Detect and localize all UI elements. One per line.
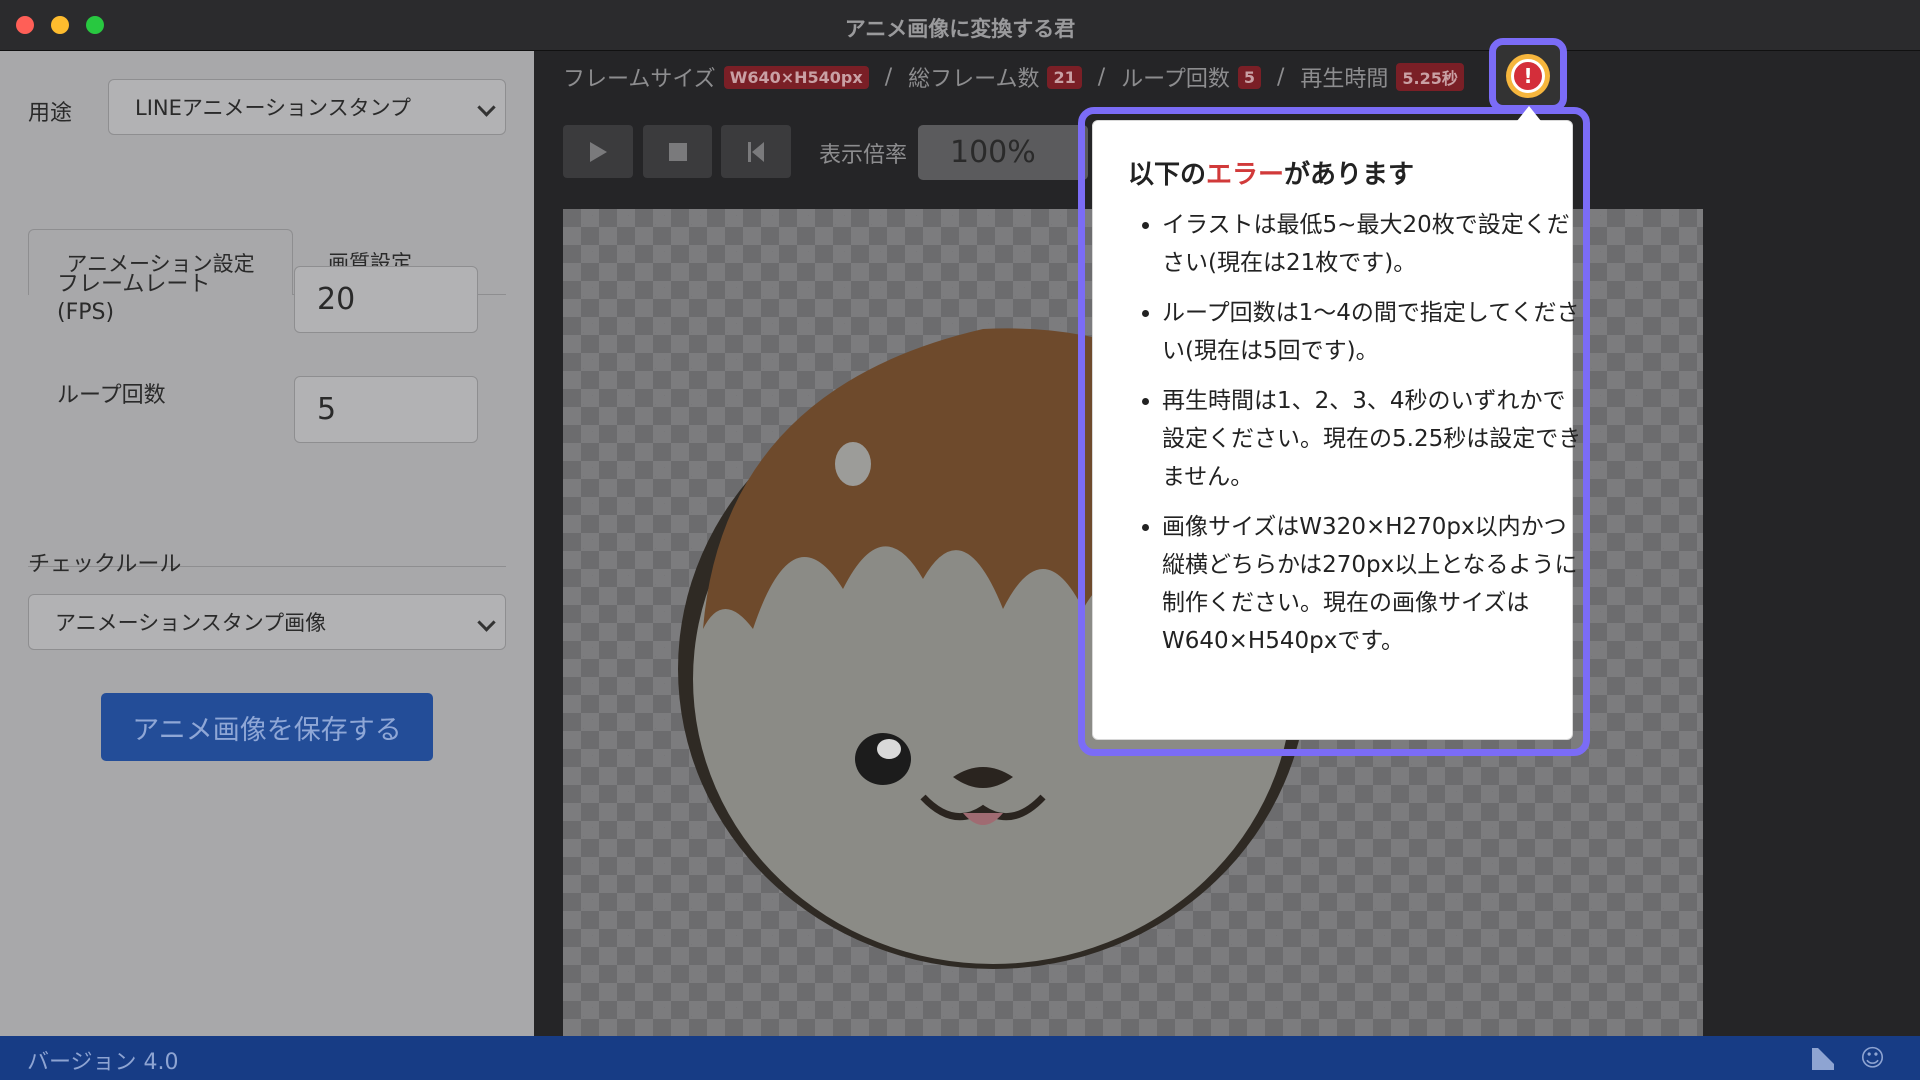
stop-icon [668, 142, 687, 161]
frame-rate-unit-label: (FPS) [57, 300, 115, 325]
play-icon [590, 141, 607, 162]
error-item: 画像サイズはW320×H270px以内かつ縦横どちらかは270px以上となるよう… [1162, 508, 1582, 660]
separator: / [1097, 64, 1106, 90]
check-rule-label: チェックルール [28, 552, 182, 577]
total-frames-badge: 21 [1047, 65, 1082, 89]
check-rule-select-value: アニメーションスタンプ画像 [55, 611, 327, 635]
skip-to-start-icon [748, 141, 764, 162]
zoom-label: 表示倍率 [819, 143, 908, 168]
zoom-value: 100% [950, 135, 1036, 170]
title-error-word: エラー [1206, 160, 1285, 190]
frame-rate-value: 20 [317, 282, 356, 317]
title-prefix: 以下の [1128, 160, 1207, 190]
separator: / [884, 64, 893, 90]
error-popover-title: 以下のエラーがあります [1128, 154, 1414, 191]
window-title: アニメ画像に変換する君 [844, 17, 1076, 41]
separator: / [1276, 64, 1285, 90]
duration-badge: 5.25秒 [1396, 63, 1464, 91]
loop-count-input[interactable]: 5 [294, 376, 478, 443]
save-animation-button[interactable]: アニメ画像を保存する [101, 693, 433, 761]
play-button[interactable] [563, 125, 633, 178]
error-item: ループ回数は1〜4の間で指定してください(現在は5回です)。 [1162, 294, 1582, 370]
error-item: 再生時間は1、2、3、4秒のいずれかで設定ください。現在の5.25秒は設定できま… [1162, 382, 1582, 496]
settings-panel: 用途 LINEアニメーションスタンプ アニメーション設定 画質設定 フレームレー… [0, 51, 534, 1036]
title-suffix: があります [1284, 160, 1415, 190]
version-text: バージョン 4.0 [27, 1050, 179, 1075]
status-bar: バージョン 4.0 ☺ [0, 1036, 1920, 1080]
chevron-down-icon [477, 98, 496, 117]
title-bar: アニメ画像に変換する君 [0, 0, 1920, 51]
frame-size-badge: W640×H540px [723, 65, 869, 89]
zoom-select[interactable]: 100% [918, 125, 1088, 180]
error-alert-button[interactable]: ! [1506, 54, 1550, 98]
feedback-smiley-icon[interactable]: ☺ [1860, 1044, 1885, 1072]
purpose-select-value: LINEアニメーションスタンプ [135, 96, 411, 120]
app-logo-icon[interactable] [1810, 1044, 1838, 1078]
frame-rate-input[interactable]: 20 [294, 266, 478, 333]
popover-arrow [1517, 106, 1541, 121]
frame-size-label: フレームサイズ [563, 67, 716, 92]
purpose-label: 用途 [28, 101, 73, 126]
total-frames-label: 総フレーム数 [908, 67, 1040, 92]
purpose-select[interactable]: LINEアニメーションスタンプ [108, 79, 506, 135]
loop-count-value: 5 [317, 392, 337, 427]
chevron-down-icon [477, 613, 496, 632]
loop-label: ループ回数 [1121, 67, 1230, 92]
frame-rate-label: フレームレート [57, 272, 211, 297]
save-button-label: アニメ画像を保存する [132, 714, 402, 746]
loop-badge: 5 [1237, 65, 1261, 89]
rewind-button[interactable] [721, 125, 791, 178]
exclamation-icon: ! [1511, 59, 1545, 93]
duration-label: 再生時間 [1300, 67, 1389, 92]
loop-count-label: ループ回数 [57, 383, 166, 408]
frame-info-bar: フレームサイズ W640×H540px / 総フレーム数 21 / ループ回数 … [563, 60, 1464, 94]
stop-button[interactable] [643, 125, 712, 178]
error-item: イラストは最低5~最大20枚で設定ください(現在は21枚です)。 [1162, 206, 1582, 282]
error-list: イラストは最低5~最大20枚で設定ください(現在は21枚です)。 ループ回数は1… [1132, 206, 1582, 672]
check-rule-select[interactable]: アニメーションスタンプ画像 [28, 594, 506, 650]
